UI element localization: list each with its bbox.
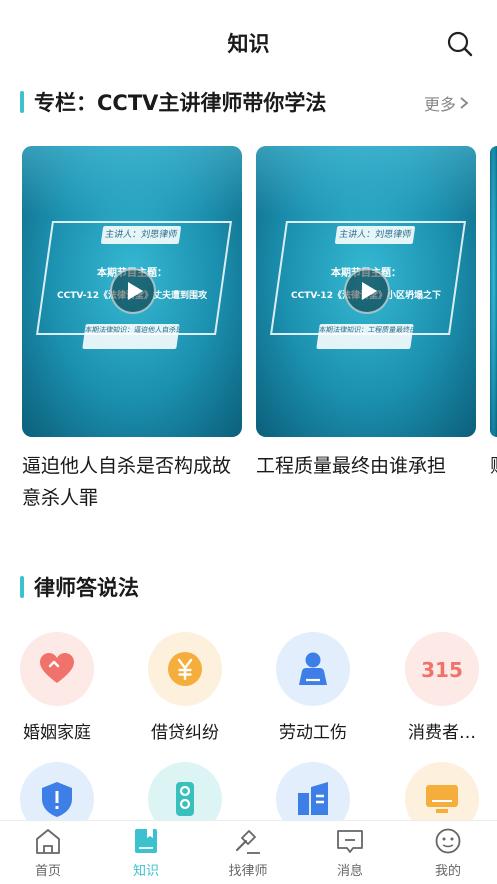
category-consumer[interactable]: 315 消费者… [397,632,487,743]
nav-label: 首页 [34,864,61,879]
nav-label: 消息 [336,864,363,879]
video-caption-1[interactable]: 逼迫他人自杀是否构成故意杀人罪 [22,450,244,514]
category-label: 劳动工伤 [279,723,347,743]
book-icon [135,829,157,853]
more-label: 更多 [424,95,457,114]
nav-find-lawyer[interactable]: 找律师 [213,827,283,879]
video-caption-2[interactable]: 工程质量最终由谁承担 [256,450,478,482]
play-icon[interactable] [344,268,390,314]
page-title: 知识 [227,32,270,56]
nav-label: 我的 [434,864,461,879]
category-label: 消费者… [408,723,476,743]
category-labor[interactable]: 劳动工伤 [268,632,358,743]
top-bar: 知识 [0,0,497,88]
video-card-1[interactable]: 主讲人：刘思律师 本期节目主题： CCTV-12《法律讲堂》丈夫遭到围攻 本期法… [22,146,242,437]
search-icon[interactable] [446,30,474,58]
bottom-nav: 首页 知识 找律师 消息 我的 [0,820,497,884]
315-icon: 315 [405,632,479,706]
nav-home[interactable]: 首页 [13,827,83,879]
column-section-title: 专栏：CCTV主讲律师带你学法 [34,91,327,115]
lawyer-section-title: 律师答说法 [34,576,139,600]
video-note: 本期法律知识：逼迫他人自杀是否构成故意杀人罪 [82,324,180,349]
nav-messages[interactable]: 消息 [315,827,385,879]
category-loan[interactable]: 借贷纠纷 [140,632,230,743]
chevron-right-icon [460,97,469,109]
video-host: 主讲人：刘思律师 [334,226,416,244]
video-host: 主讲人：刘思律师 [100,226,182,244]
nav-knowledge[interactable]: 知识 [111,827,181,879]
category-marriage[interactable]: 婚姻家庭 [12,632,102,743]
nav-label: 找律师 [228,864,268,879]
nav-profile[interactable]: 我的 [413,827,483,879]
worker-icon [276,632,350,706]
home-icon [36,829,60,854]
svg-text:315: 315 [421,658,463,682]
video-caption-3[interactable]: 赠 ... 权 [490,450,497,482]
play-icon[interactable] [110,268,156,314]
video-card-3[interactable] [490,146,497,437]
category-label: 婚姻家庭 [23,723,91,743]
gavel-icon [236,830,260,854]
video-note: 本期法律知识：工程质量最终由谁承担 [316,324,414,349]
heart-icon [20,632,94,706]
section-accent-bar [20,576,24,598]
section-accent-bar [20,91,24,113]
more-link[interactable]: 更多 [424,91,469,115]
category-label: 借贷纠纷 [151,723,219,743]
nav-label: 知识 [132,864,159,879]
profile-icon [435,828,461,854]
message-icon [337,830,363,853]
yen-coin-icon [148,632,222,706]
video-card-2[interactable]: 主讲人：刘思律师 本期节目主题： CCTV-12《法律讲堂》小区坍塌之下 本期法… [256,146,476,437]
